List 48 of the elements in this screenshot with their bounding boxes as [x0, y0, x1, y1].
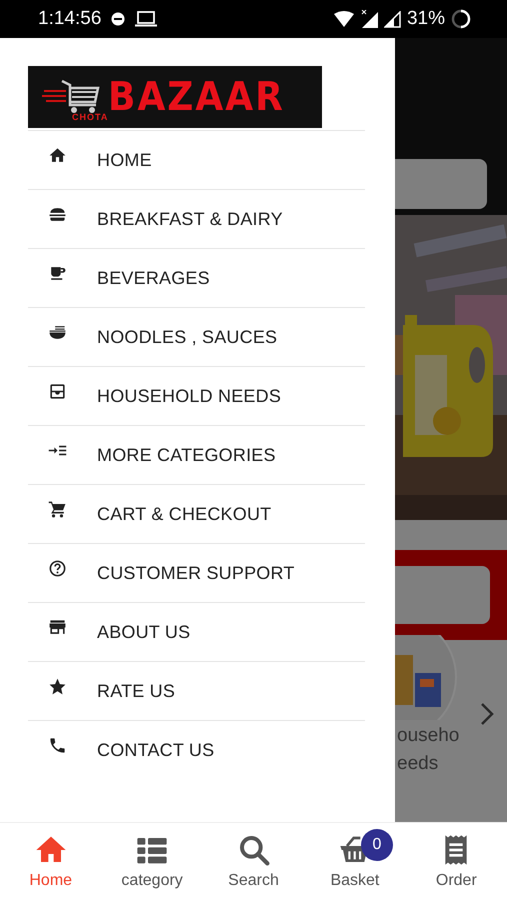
home-icon	[48, 146, 67, 164]
menu-item[interactable]: RATE US	[28, 661, 365, 720]
category-label: ouseho	[397, 725, 460, 747]
signal-icon	[360, 10, 378, 28]
category-label: eeds	[397, 753, 440, 775]
menu-label: HOME	[97, 150, 152, 170]
menu-label: NOODLES , SAUCES	[97, 326, 278, 348]
count-badge: 0	[361, 829, 393, 861]
menu-label: CART & CHECKOUT	[97, 504, 272, 524]
nav-tab[interactable]: Order	[406, 823, 507, 900]
menu-label: CUSTOMER SUPPORT	[97, 562, 295, 584]
clock-time: 1:14:56	[38, 8, 102, 30]
logo-subtitle: CHOTA	[72, 112, 108, 122]
phone-icon	[48, 736, 67, 754]
signal-icon	[384, 10, 401, 28]
menu-label: BEVERAGES	[97, 268, 210, 288]
menu-item[interactable]: CART & CHECKOUT	[28, 484, 365, 543]
menu-item[interactable]: BEVERAGES	[28, 248, 365, 307]
menu-label: HOUSEHOLD NEEDS	[97, 386, 282, 406]
menu-label: MORE CATEGORIES	[97, 444, 276, 466]
store-icon	[48, 618, 67, 636]
menu-label: CONTACT US	[97, 740, 214, 760]
chevron-right-icon[interactable]	[480, 702, 494, 726]
menu-item[interactable]: HOME	[28, 130, 365, 189]
menu-label: ABOUT US	[97, 622, 190, 642]
cart-icon	[48, 500, 67, 518]
battery-icon	[451, 9, 471, 29]
nav-tab[interactable]: Home	[0, 823, 102, 900]
menu-label: RATE US	[97, 680, 176, 702]
wifi-icon	[334, 11, 354, 27]
nav-tab[interactable]: Basket 0	[304, 823, 406, 900]
menu-item[interactable]: BREAKFAST & DAIRY	[28, 189, 365, 248]
menu-item[interactable]: MORE CATEGORIES	[28, 425, 365, 484]
menu-item[interactable]: CUSTOMER SUPPORT	[28, 543, 365, 602]
laptop-icon	[135, 11, 158, 27]
battery-percent: 31%	[406, 8, 445, 30]
menu-item[interactable]: HOUSEHOLD NEEDS	[28, 366, 365, 425]
notification-icon	[111, 12, 126, 26]
menu-label: BREAKFAST & DAIRY	[97, 208, 283, 230]
menu-item[interactable]: ABOUT US	[28, 602, 365, 661]
menu-item[interactable]: CONTACT US	[28, 720, 365, 779]
nav-tab[interactable]: Search	[202, 823, 304, 900]
star-icon	[48, 676, 67, 696]
help-icon	[48, 558, 67, 578]
logo-title: BAZAAR	[108, 74, 285, 120]
nav-tab[interactable]: category	[101, 823, 203, 900]
inbox-icon	[48, 382, 67, 400]
menu-item[interactable]: NOODLES , SAUCES	[28, 307, 365, 366]
